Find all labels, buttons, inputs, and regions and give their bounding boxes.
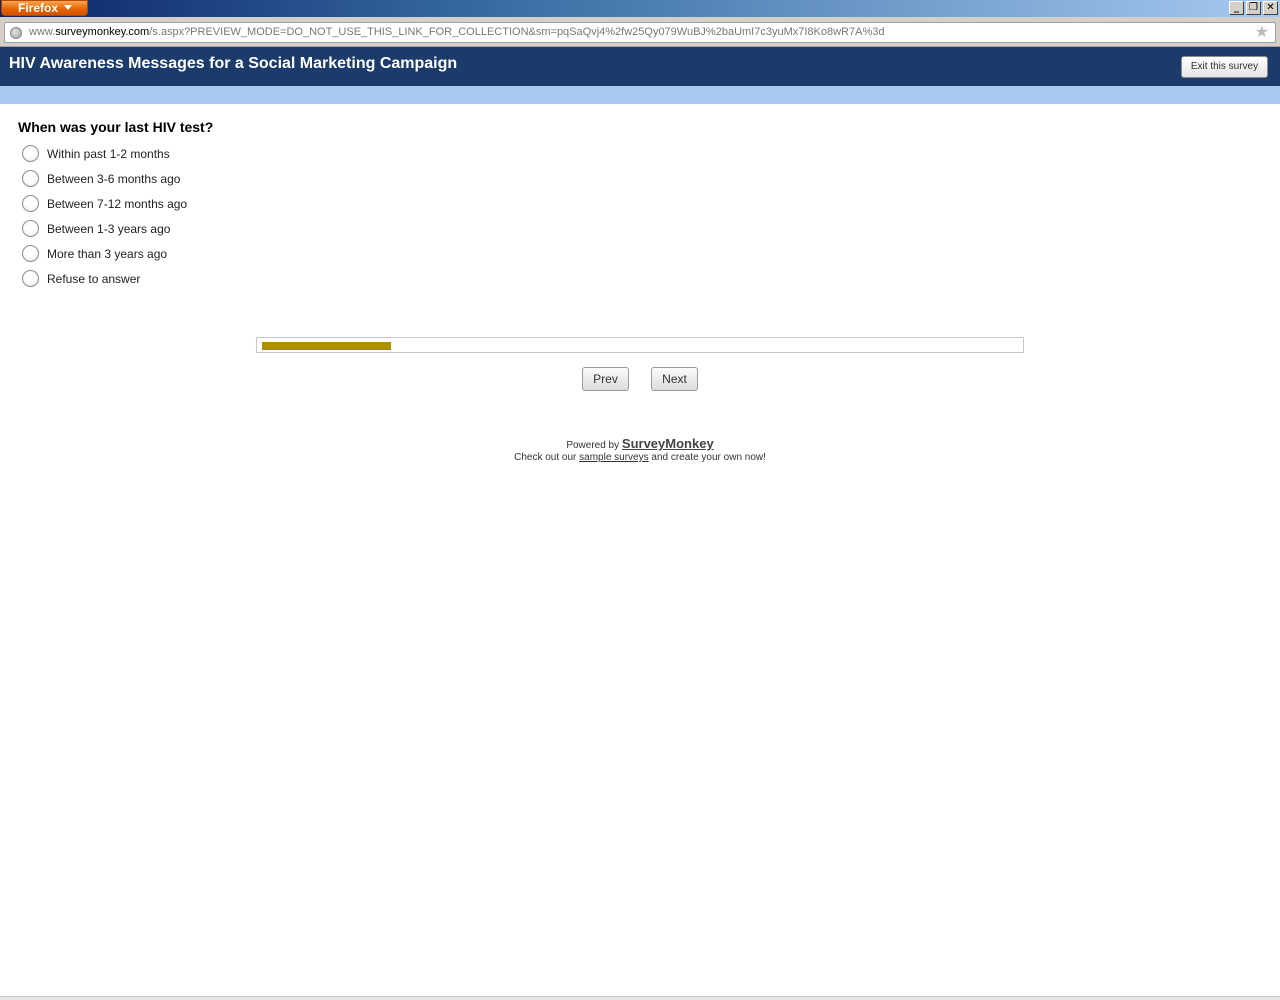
powered-by: Powered by SurveyMonkey (0, 436, 1280, 451)
progress-bar-fill (262, 342, 391, 350)
url-text[interactable]: www.surveymonkey.com/s.aspx?PREVIEW_MODE… (29, 26, 884, 38)
radio-button[interactable] (22, 245, 39, 262)
progress-bar (256, 337, 1024, 353)
dropdown-caret-icon (64, 5, 73, 10)
url-path: /s.aspx?PREVIEW_MODE=DO_NOT_USE_THIS_LIN… (149, 26, 885, 38)
powered-by-text: Powered by (566, 440, 620, 451)
restore-icon[interactable]: ❐ (1246, 1, 1261, 15)
firefox-menu-label: Firefox (18, 1, 59, 15)
checkout-suffix: and create your own now! (651, 452, 766, 463)
firefox-menu-button[interactable]: Firefox (1, 0, 88, 16)
close-icon[interactable]: ✕ (1263, 1, 1278, 15)
bookmark-star-icon[interactable]: ★ (1255, 23, 1269, 42)
checkout-prefix: Check out our (514, 452, 577, 463)
minimize-icon[interactable]: _ (1229, 1, 1244, 15)
radio-button[interactable] (22, 170, 39, 187)
sample-surveys-link[interactable]: sample surveys (579, 452, 648, 463)
checkout-text: Check out our sample surveys and create … (0, 452, 1280, 463)
survey-title: HIV Awareness Messages for a Social Mark… (9, 55, 458, 72)
surveymonkey-link[interactable]: SurveyMonkey (622, 436, 714, 451)
window-controls: _ ❐ ✕ (1229, 1, 1278, 15)
radio-button[interactable] (22, 195, 39, 212)
header-band (0, 86, 1280, 104)
next-button[interactable]: Next (651, 367, 698, 391)
answer-option-label[interactable]: Between 3-6 months ago (47, 172, 180, 186)
answer-option-label[interactable]: Between 7-12 months ago (47, 197, 187, 211)
navigation-toolbar: www.surveymonkey.com/s.aspx?PREVIEW_MODE… (0, 17, 1280, 47)
answer-option-label[interactable]: Refuse to answer (47, 272, 140, 286)
answer-option-label[interactable]: Between 1-3 years ago (47, 222, 170, 236)
site-identity-icon[interactable] (10, 27, 22, 39)
url-domain: surveymonkey.com (55, 26, 150, 38)
url-prefix: www. (29, 26, 56, 38)
status-bar (0, 996, 1280, 1000)
prev-button[interactable]: Prev (582, 367, 629, 391)
browser-titlebar: Firefox _ ❐ ✕ (0, 0, 1280, 17)
radio-button[interactable] (22, 145, 39, 162)
answer-option-label[interactable]: Within past 1-2 months (47, 147, 170, 161)
survey-header: HIV Awareness Messages for a Social Mark… (0, 47, 1280, 86)
question-text: When was your last HIV test? (18, 119, 214, 135)
exit-survey-button[interactable]: Exit this survey (1181, 56, 1268, 78)
radio-button[interactable] (22, 270, 39, 287)
radio-button[interactable] (22, 220, 39, 237)
answer-option-label[interactable]: More than 3 years ago (47, 247, 167, 261)
address-bar[interactable]: www.surveymonkey.com/s.aspx?PREVIEW_MODE… (4, 22, 1276, 43)
